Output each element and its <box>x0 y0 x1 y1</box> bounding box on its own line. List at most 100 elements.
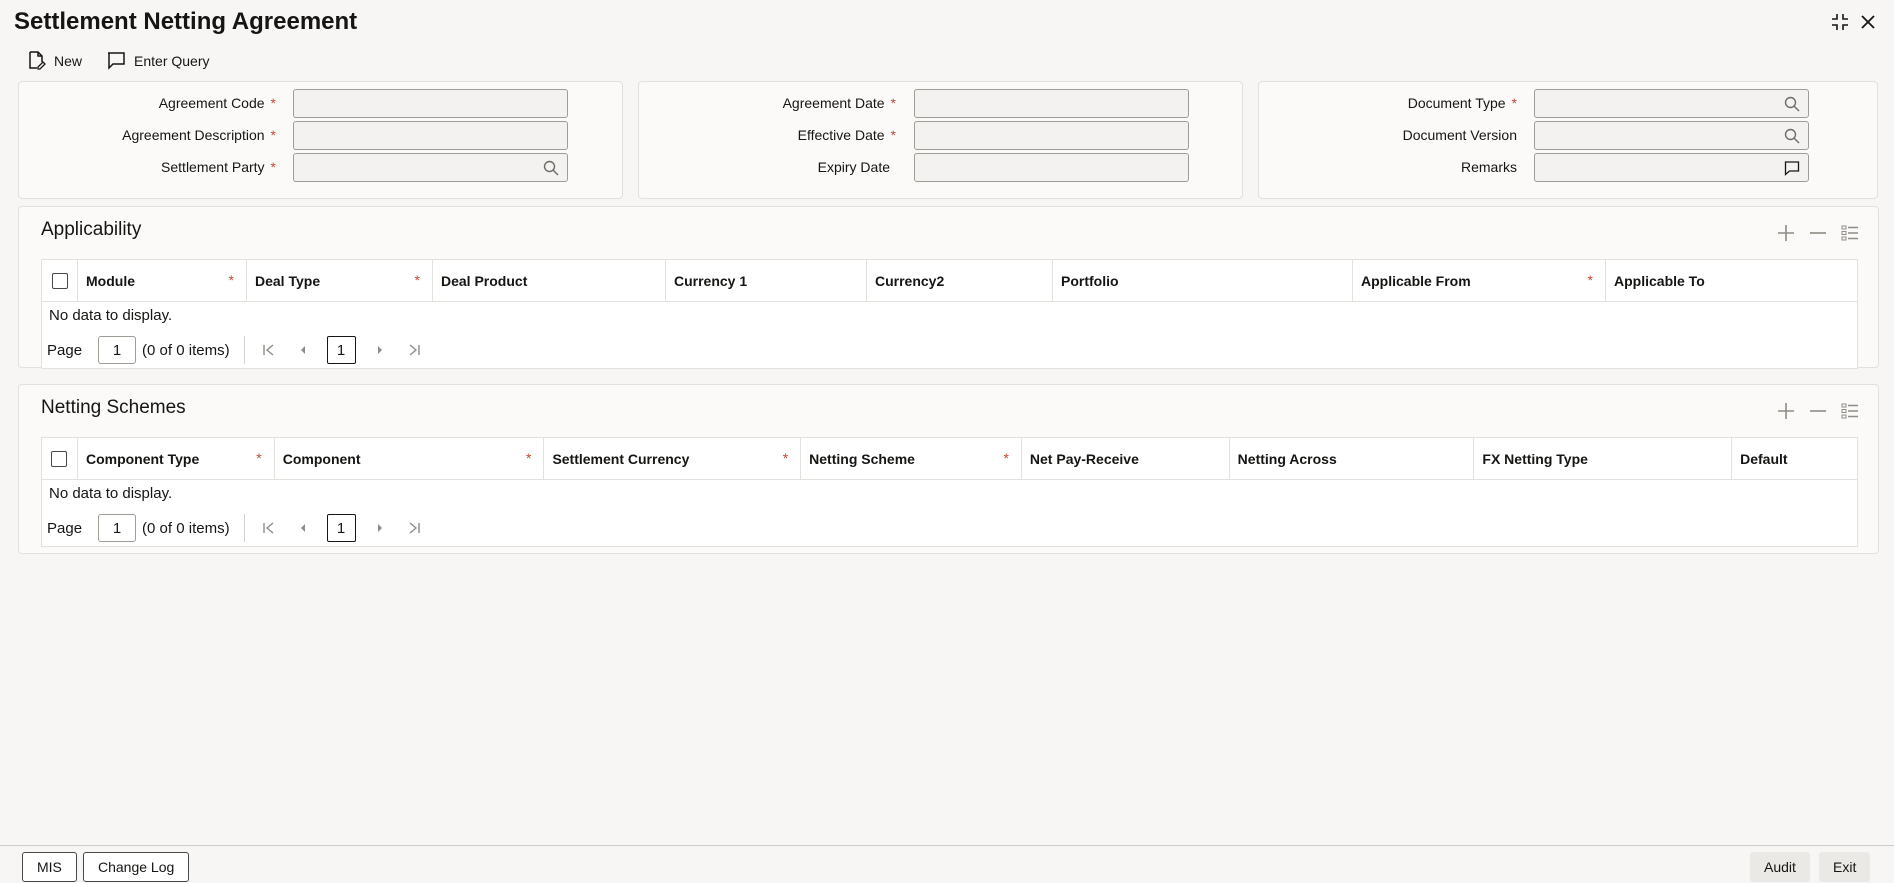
column-header[interactable]: Currency2 <box>867 260 1053 302</box>
search-icon[interactable] <box>543 160 559 176</box>
column-header[interactable]: Applicable From * <box>1353 260 1606 302</box>
netting-schemes-section: Netting Schemes Component Type * Componen… <box>18 384 1879 554</box>
agreement-description-label: Agreement Description * <box>122 127 276 143</box>
settlement-party-row: Settlement Party * <box>19 152 622 182</box>
pager: Page 1 (0 of 0 items) 1 <box>47 334 424 366</box>
document-type-row: Document Type * <box>1259 88 1877 118</box>
enter-query-button[interactable]: Enter Query <box>106 50 210 73</box>
agreement-date-label: Agreement Date * <box>782 95 896 111</box>
column-header[interactable]: Netting Across <box>1230 438 1475 480</box>
agreement-date-input[interactable] <box>914 88 1189 118</box>
page-input[interactable]: 1 <box>98 514 137 542</box>
comment-icon <box>106 50 126 73</box>
column-header[interactable]: Netting Scheme * <box>801 438 1022 480</box>
applicability-grid: Module * Deal Type * Deal Product Currency… <box>41 259 1858 369</box>
no-data-message: No data to display. <box>49 307 173 324</box>
close-icon[interactable] <box>1856 10 1880 34</box>
document-type-input[interactable] <box>1534 88 1809 118</box>
settlement-party-input[interactable] <box>293 152 568 182</box>
agreement-description-input[interactable] <box>293 120 568 150</box>
page-label: Page <box>47 519 83 537</box>
title-bar: Settlement Netting Agreement <box>0 0 1894 46</box>
page-count: (0 of 0 items) <box>142 519 230 537</box>
first-page-icon[interactable] <box>259 518 279 538</box>
last-page-icon[interactable] <box>404 340 424 360</box>
remarks-row: Remarks <box>1259 152 1877 182</box>
minimize-icon[interactable] <box>1828 10 1852 34</box>
first-page-icon[interactable] <box>259 340 279 360</box>
column-header[interactable]: Net Pay-Receive <box>1022 438 1230 480</box>
audit-button[interactable]: Audit <box>1750 852 1810 882</box>
remove-row-icon[interactable] <box>1808 223 1828 246</box>
netting-schemes-title: Netting Schemes <box>41 397 186 418</box>
expiry-date-row: Expiry Date <box>639 152 1242 182</box>
effective-date-input[interactable] <box>914 120 1189 150</box>
page-count: (0 of 0 items) <box>142 341 230 359</box>
pager: Page 1 (0 of 0 items) 1 <box>47 512 424 544</box>
select-all-checkbox[interactable] <box>51 273 68 289</box>
pager-divider <box>243 514 245 542</box>
column-header[interactable]: Deal Type * <box>247 260 433 302</box>
expiry-date-input[interactable] <box>914 152 1189 182</box>
add-row-icon[interactable] <box>1776 223 1796 246</box>
list-view-icon[interactable] <box>1840 223 1860 246</box>
remarks-label: Remarks <box>1460 159 1517 175</box>
list-view-icon[interactable] <box>1840 401 1860 424</box>
select-all-checkbox-cell <box>42 260 78 302</box>
column-header[interactable]: Default <box>1732 438 1857 480</box>
column-header[interactable]: Settlement Currency * <box>544 438 802 480</box>
add-row-icon[interactable] <box>1776 401 1796 424</box>
previous-page-icon[interactable] <box>293 518 313 538</box>
current-page[interactable]: 1 <box>326 336 356 364</box>
previous-page-icon[interactable] <box>293 340 313 360</box>
last-page-icon[interactable] <box>404 518 424 538</box>
remarks-input[interactable] <box>1534 152 1809 182</box>
no-data-message: No data to display. <box>49 485 173 502</box>
column-header[interactable]: Deal Product <box>433 260 666 302</box>
dates-panel: Agreement Date * Effective Date * Expiry D… <box>638 81 1243 199</box>
next-page-icon[interactable] <box>370 518 390 538</box>
agreement-code-input[interactable] <box>293 88 568 118</box>
column-header[interactable]: Currency 1 <box>666 260 867 302</box>
agreement-description-row: Agreement Description * <box>19 120 622 150</box>
comment-icon[interactable] <box>1784 160 1800 176</box>
next-page-icon[interactable] <box>370 340 390 360</box>
column-header[interactable]: Module * <box>78 260 247 302</box>
exit-button[interactable]: Exit <box>1819 852 1871 882</box>
select-all-checkbox-cell <box>42 438 78 480</box>
new-document-icon <box>26 50 46 73</box>
applicability-header: Module * Deal Type * Deal Product Currency… <box>42 260 1857 302</box>
column-header[interactable]: Component Type * <box>78 438 275 480</box>
column-header[interactable]: FX Netting Type <box>1474 438 1733 480</box>
new-button[interactable]: New <box>26 50 82 73</box>
remove-row-icon[interactable] <box>1808 401 1828 424</box>
document-panel: Document Type * Document Version Remarks <box>1258 81 1878 199</box>
agreement-date-row: Agreement Date * <box>639 88 1242 118</box>
footer: MIS Change Log Audit Exit <box>0 845 1894 883</box>
column-header[interactable]: Portfolio <box>1053 260 1353 302</box>
page-title: Settlement Netting Agreement <box>14 8 358 35</box>
pager-divider <box>243 336 245 364</box>
document-version-label: Document Version <box>1402 127 1517 143</box>
toolbar: New Enter Query <box>0 46 1894 76</box>
agreement-panel: Agreement Code * Agreement Description * S… <box>18 81 623 199</box>
change-log-button[interactable]: Change Log <box>83 852 190 882</box>
column-header[interactable]: Applicable To <box>1606 260 1857 302</box>
search-icon[interactable] <box>1784 128 1800 144</box>
netting-schemes-actions <box>1776 401 1860 424</box>
current-page[interactable]: 1 <box>326 514 356 542</box>
page-input[interactable]: 1 <box>98 336 137 364</box>
search-icon[interactable] <box>1784 96 1800 112</box>
applicability-section: Applicability Module * Deal Type * Deal Pr… <box>18 206 1879 369</box>
enter-query-label: Enter Query <box>134 53 210 69</box>
effective-date-label: Effective Date * <box>797 127 896 143</box>
column-header[interactable]: Component * <box>275 438 545 480</box>
mis-button[interactable]: MIS <box>22 852 77 882</box>
netting-schemes-grid: Component Type * Component * Settlement Cu… <box>41 437 1858 547</box>
select-all-checkbox[interactable] <box>51 451 68 467</box>
page-label: Page <box>47 341 83 359</box>
new-label: New <box>54 53 83 69</box>
document-version-input[interactable] <box>1534 120 1809 150</box>
applicability-actions <box>1776 223 1860 246</box>
expiry-date-label: Expiry Date <box>817 159 890 175</box>
